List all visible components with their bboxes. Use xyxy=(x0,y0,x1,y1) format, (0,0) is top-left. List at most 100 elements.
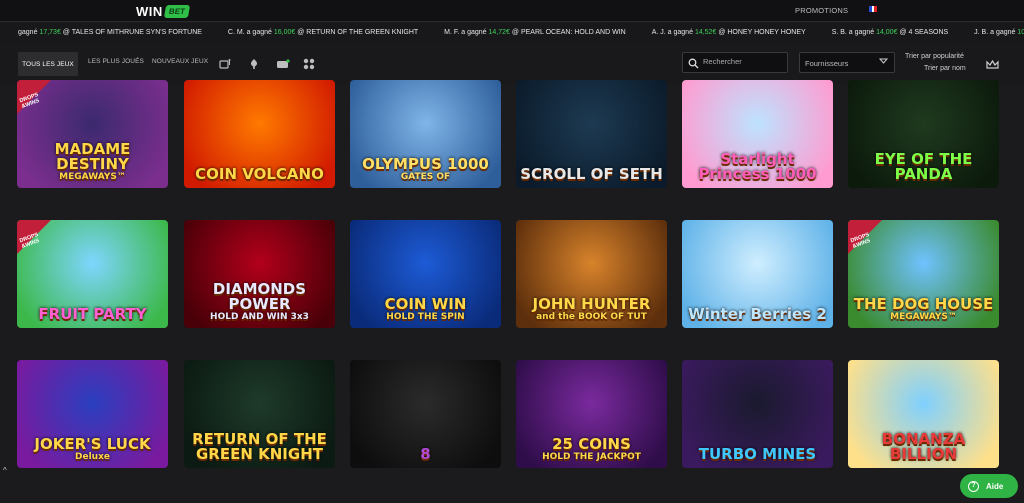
game-card[interactable]: JOKER'S LUCK Deluxe xyxy=(17,360,168,468)
ticker-item: S. B. a gagné 14,00€ @ 4 SEASONS xyxy=(832,29,948,36)
search-box[interactable] xyxy=(682,52,788,73)
game-subtitle: HOLD THE SPIN xyxy=(386,312,465,322)
game-title-text: THE DOG HOUSE xyxy=(853,295,994,313)
card-games-icon[interactable] xyxy=(248,58,260,70)
game-title-text: DIAMONDS POWER xyxy=(212,280,307,313)
game-title: 8 xyxy=(350,447,501,462)
chevron-down-icon xyxy=(878,57,889,67)
game-card[interactable]: BONANZA BILLION xyxy=(848,360,999,468)
ticker-item: J. B. a gagné 10,68€ @ GATES O xyxy=(974,29,1024,36)
game-title: COIN WIN HOLD THE SPIN xyxy=(350,295,501,323)
game-title-text: BONANZA BILLION xyxy=(881,430,966,463)
ticker-track: gagné 17,73€ @ TALES OF MITHRUNE SYN'S F… xyxy=(18,29,1024,36)
game-card[interactable]: DROPS &WINS THE DOG HOUSE MEGAWAYS™ xyxy=(848,220,999,328)
ticker-amount: 16,00€ xyxy=(273,29,296,36)
game-title: Starlight Princess 1000 xyxy=(682,152,833,182)
ticker-winner: gagné xyxy=(18,29,38,36)
ticker-winner: S. B. a gagné xyxy=(831,29,875,36)
game-title-text: Winter Berries 2 xyxy=(688,305,827,323)
ticker-game[interactable]: @ HONEY HONEY HONEY xyxy=(718,29,805,36)
game-title: SCROLL OF SETH xyxy=(516,167,667,182)
drops-and-wins-badge: DROPS &WINS xyxy=(848,220,882,254)
game-title-text: EYE OF THE PANDA xyxy=(874,150,973,183)
help-button[interactable]: ? Aide xyxy=(960,474,1018,498)
game-filter-bar: TOUS LES JEUX LES PLUS JOUÉS NOUVEAUX JE… xyxy=(0,44,1024,84)
tab-most-played[interactable]: LES PLUS JOUÉS xyxy=(88,58,144,65)
game-card[interactable]: RETURN OF THE GREEN KNIGHT xyxy=(184,360,335,468)
ticker-amount: 14,00€ xyxy=(876,29,898,36)
more-categories-icon[interactable] xyxy=(303,58,315,70)
ticker-game[interactable]: @ 4 SEASONS xyxy=(899,29,948,36)
game-card[interactable]: DROPS &WINS MADAME DESTINY MEGAWAYS™ xyxy=(17,80,168,188)
providers-label: Fournisseurs xyxy=(805,59,849,68)
game-card[interactable]: EYE OF THE PANDA xyxy=(848,80,999,188)
live-casino-icon[interactable] xyxy=(276,58,290,70)
game-title: BONANZA BILLION xyxy=(848,432,999,462)
game-card[interactable]: DROPS &WINS FRUIT PARTY xyxy=(17,220,168,328)
game-subtitle: GATES OF xyxy=(400,172,451,182)
game-card[interactable]: JOHN HUNTER and the BOOK OF TUT xyxy=(516,220,667,328)
logo-text: WIN xyxy=(136,3,163,19)
ticker-winner: M. F. a gagné xyxy=(444,29,487,36)
ticker-game[interactable]: @ PEARL OCEAN: HOLD AND WIN xyxy=(512,29,626,36)
game-title: DIAMONDS POWER HOLD AND WIN 3x3 xyxy=(184,280,335,323)
winners-ticker: gagné 17,73€ @ TALES OF MITHRUNE SYN'S F… xyxy=(0,23,1024,44)
ticker-game[interactable]: @ RETURN OF THE GREEN KNIGHT xyxy=(297,29,418,36)
ticker-amount: 17,73€ xyxy=(39,29,61,36)
game-card[interactable]: TURBO MINES xyxy=(682,360,833,468)
game-title-text: COIN VOLCANO xyxy=(195,165,324,183)
game-title: Winter Berries 2 xyxy=(682,307,833,322)
drops-and-wins-badge: DROPS &WINS xyxy=(17,80,51,114)
scroll-up-icon[interactable]: ^ xyxy=(3,466,7,475)
ticker-winner: A. J. a gagné xyxy=(651,29,693,36)
search-input[interactable] xyxy=(703,57,783,66)
game-subtitle: MEGAWAYS™ xyxy=(890,312,957,322)
providers-dropdown[interactable]: Fournisseurs xyxy=(799,52,895,73)
game-card[interactable]: COIN WIN HOLD THE SPIN xyxy=(350,220,501,328)
ticker-item: C. M. a gagné 16,00€ @ RETURN OF THE GRE… xyxy=(228,29,418,36)
game-card[interactable]: SCROLL OF SETH xyxy=(516,80,667,188)
game-card[interactable]: 25 COINS HOLD THE JACKPOT xyxy=(516,360,667,468)
slots-category-icon[interactable] xyxy=(219,58,231,70)
game-card[interactable]: COIN VOLCANO xyxy=(184,80,335,188)
games-grid: DROPS &WINS MADAME DESTINY MEGAWAYS™ COIN V… xyxy=(17,80,1007,503)
game-card[interactable]: Starlight Princess 1000 xyxy=(682,80,833,188)
ticker-item: A. J. a gagné 14,52€ @ HONEY HONEY HONEY xyxy=(652,29,806,36)
fr-flag-icon[interactable] xyxy=(869,6,878,12)
game-card[interactable]: DIAMONDS POWER HOLD AND WIN 3x3 xyxy=(184,220,335,328)
game-title-text: COIN WIN xyxy=(384,295,467,313)
game-card[interactable]: 8 xyxy=(350,360,501,468)
game-title-text: MADAME DESTINY xyxy=(54,140,131,173)
game-title: FRUIT PARTY xyxy=(17,307,168,322)
tab-new-games[interactable]: NOUVEAUX JEUX xyxy=(152,58,208,65)
game-subtitle: HOLD AND WIN 3x3 xyxy=(210,312,309,322)
game-card[interactable]: OLYMPUS 1000 GATES OF xyxy=(350,80,501,188)
game-title-text: RETURN OF THE GREEN KNIGHT xyxy=(192,430,327,463)
game-title: OLYMPUS 1000 GATES OF xyxy=(350,157,501,183)
game-title-text: Starlight Princess 1000 xyxy=(698,150,817,183)
game-title-text: SCROLL OF SETH xyxy=(520,165,663,183)
game-card[interactable]: Winter Berries 2 xyxy=(682,220,833,328)
game-subtitle: MEGAWAYS™ xyxy=(59,172,126,182)
top-bar: WIN BET PROMOTIONS xyxy=(0,0,1024,22)
promotions-link[interactable]: PROMOTIONS xyxy=(795,6,848,15)
game-title-text: 25 COINS xyxy=(552,435,631,453)
game-title: THE DOG HOUSE MEGAWAYS™ xyxy=(848,295,999,323)
ticker-game[interactable]: @ TALES OF MITHRUNE SYN'S FORTUNE xyxy=(63,29,202,36)
game-title: TURBO MINES xyxy=(682,447,833,462)
tab-all-games[interactable]: TOUS LES JEUX xyxy=(18,52,78,76)
ticker-winner: C. M. a gagné xyxy=(227,29,272,36)
game-title: MADAME DESTINY MEGAWAYS™ xyxy=(17,140,168,183)
sort-by-name[interactable]: Trier par nom xyxy=(924,65,966,72)
logo-badge: BET xyxy=(163,4,190,18)
help-label: Aide xyxy=(986,481,1004,491)
game-subtitle: and the BOOK OF TUT xyxy=(536,312,647,322)
sort-by-popularity[interactable]: Trier par popularité xyxy=(905,53,964,60)
game-title-text: 8 xyxy=(420,445,431,463)
ticker-item: M. F. a gagné 14,72€ @ PEARL OCEAN: HOLD… xyxy=(444,29,626,36)
crown-icon[interactable] xyxy=(986,59,999,70)
game-subtitle: HOLD THE JACKPOT xyxy=(542,452,641,462)
site-logo[interactable]: WIN BET xyxy=(136,3,190,19)
game-title: JOKER'S LUCK Deluxe xyxy=(17,437,168,463)
ticker-winner: J. B. a gagné xyxy=(974,29,1016,36)
